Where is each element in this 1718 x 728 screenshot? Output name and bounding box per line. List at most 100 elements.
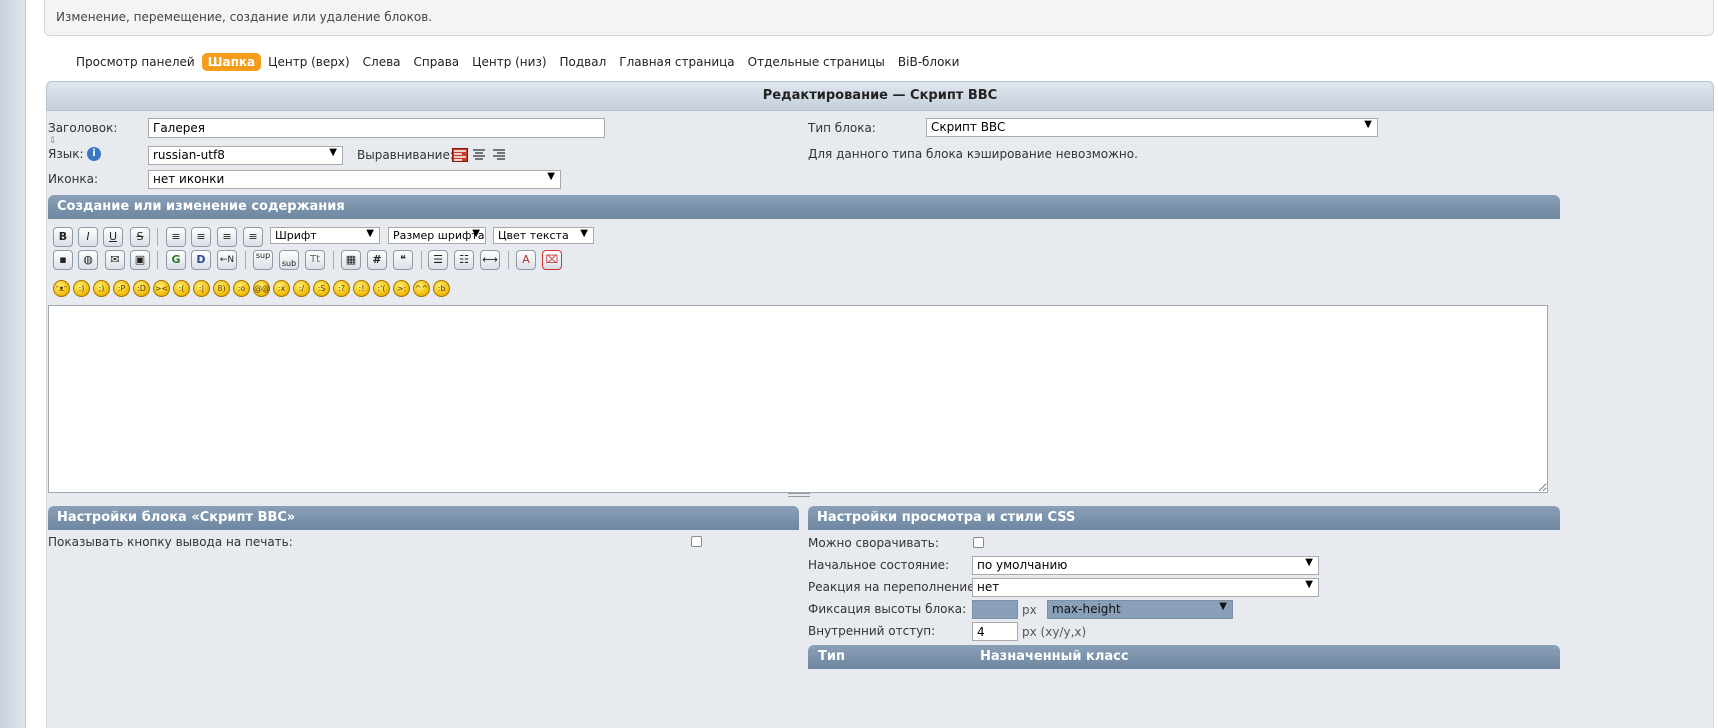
- info-icon[interactable]: i: [87, 147, 101, 161]
- strike-button[interactable]: S: [130, 227, 150, 247]
- smiley-icon[interactable]: :/: [293, 280, 310, 297]
- nav-footer[interactable]: Подвал: [554, 53, 613, 71]
- cache-note: Для данного типа блока кэширование невоз…: [808, 147, 1138, 161]
- image-icon[interactable]: ▣: [130, 250, 150, 270]
- smiley-icon[interactable]: ;): [93, 280, 110, 297]
- email-icon[interactable]: ✉: [105, 250, 125, 270]
- smiley-icon[interactable]: :!: [353, 280, 370, 297]
- left-sidebar-strip: [0, 0, 26, 728]
- smiley-icon[interactable]: :?: [333, 280, 350, 297]
- view-settings-header: Настройки просмотра и стили CSS: [808, 506, 1560, 530]
- font-face-icon[interactable]: A: [516, 250, 536, 270]
- justify-button[interactable]: ≡: [166, 227, 186, 247]
- nav-center-bottom[interactable]: Центр (низ): [466, 53, 552, 71]
- language-select-value: russian-utf8: [153, 148, 225, 162]
- smiley-icon[interactable]: :): [73, 280, 90, 297]
- hash-button[interactable]: #: [367, 250, 387, 270]
- quote-icon[interactable]: ❝: [393, 250, 413, 270]
- horizontal-rule-icon[interactable]: ⟷: [480, 250, 500, 270]
- col-assigned-class: Назначенный класс: [980, 649, 1129, 664]
- smiley-icon[interactable]: :P: [113, 280, 130, 297]
- chevron-down-icon: ▼: [329, 147, 337, 158]
- smiley-icon[interactable]: :S: [313, 280, 330, 297]
- nav-view-panels[interactable]: Просмотр панелей: [70, 53, 201, 71]
- flash-button[interactable]: ▪: [53, 250, 73, 270]
- chevron-down-icon: ▼: [547, 171, 555, 182]
- smiley-icon[interactable]: :o: [233, 280, 250, 297]
- icon-select[interactable]: нет иконки ▼: [148, 170, 561, 189]
- nav-bib-blocks[interactable]: BiB-блоки: [892, 53, 966, 71]
- main-title-bar: Редактирование — Скрипт BBC: [46, 81, 1714, 111]
- italic-button[interactable]: I: [78, 227, 98, 247]
- nav-home-page[interactable]: Главная страница: [613, 53, 740, 71]
- height-input[interactable]: [972, 600, 1018, 619]
- smiley-icon[interactable]: @@: [253, 280, 270, 297]
- smiley-icon[interactable]: :'(: [373, 280, 390, 297]
- smiley-icon[interactable]: 8): [213, 280, 230, 297]
- arrow-down-icon: ⇩: [49, 136, 57, 146]
- height-mode-select[interactable]: max-height ▼: [1047, 600, 1233, 619]
- bullet-list-icon[interactable]: ☰: [428, 250, 448, 270]
- globe-link-icon[interactable]: ◍: [78, 250, 98, 270]
- overflow-select[interactable]: нет ▼: [972, 578, 1319, 597]
- smiley-icon[interactable]: ^^: [413, 280, 430, 297]
- table-icon[interactable]: ▦: [341, 250, 361, 270]
- smiley-icon[interactable]: :D: [133, 280, 150, 297]
- collapsible-checkbox[interactable]: [973, 537, 984, 548]
- smiley-icon[interactable]: :x: [273, 280, 290, 297]
- numbered-list-icon[interactable]: ☷: [454, 250, 474, 270]
- title-input[interactable]: [148, 118, 605, 138]
- initial-state-value: по умолчанию: [977, 558, 1068, 572]
- smiley-icon[interactable]: :b: [433, 280, 450, 297]
- direction-button[interactable]: ←N: [217, 250, 237, 270]
- language-select[interactable]: russian-utf8 ▼: [148, 146, 343, 165]
- toolbar-separator: [157, 251, 158, 269]
- right-align-button[interactable]: ≡: [243, 227, 263, 247]
- underline-button[interactable]: U: [103, 227, 123, 247]
- chevron-down-icon: ▼: [366, 228, 374, 239]
- text-color-select[interactable]: Цвет текста ▼: [493, 227, 594, 244]
- font-select[interactable]: Шрифт ▼: [270, 227, 380, 244]
- align-center-icon[interactable]: [472, 148, 488, 162]
- nav-separate-pages[interactable]: Отдельные страницы: [742, 53, 891, 71]
- block-type-select[interactable]: Скрипт BBC ▼: [926, 118, 1378, 137]
- nav-center-top[interactable]: Центр (верх): [262, 53, 356, 71]
- icon-label: Иконка:: [48, 172, 99, 186]
- remove-format-icon[interactable]: ⌧: [542, 250, 562, 270]
- padding-input[interactable]: [972, 622, 1018, 641]
- smiley-icon[interactable]: :|: [193, 280, 210, 297]
- block-type-label: Тип блока:: [808, 121, 876, 135]
- superscript-button[interactable]: sup: [253, 250, 273, 270]
- font-size-select[interactable]: Размер шрифта ▼: [388, 227, 486, 244]
- center-align-button[interactable]: ≡: [217, 227, 237, 247]
- view-settings-title: Настройки просмотра и стили CSS: [817, 510, 1076, 525]
- content-textarea[interactable]: [48, 305, 1548, 493]
- smiley-icon[interactable]: >:: [393, 280, 410, 297]
- sup-glyph: sup: [255, 251, 271, 260]
- chevron-down-icon: ▼: [580, 228, 588, 239]
- align-right-icon[interactable]: [492, 148, 508, 162]
- font-select-value: Шрифт: [275, 229, 317, 242]
- teletype-button[interactable]: Tt: [305, 250, 325, 270]
- toolbar-separator: [508, 251, 509, 269]
- font-size-value: Размер шрифта: [393, 229, 485, 242]
- glow-button[interactable]: G: [166, 250, 186, 270]
- smiley-icon[interactable]: ><: [153, 280, 170, 297]
- content-section-title: Создание или изменение содержания: [57, 199, 345, 214]
- bold-button[interactable]: B: [53, 227, 73, 247]
- notice-box: Изменение, перемещение, создание или уда…: [44, 0, 1714, 36]
- initial-state-select[interactable]: по умолчанию ▼: [972, 556, 1319, 575]
- left-align-button[interactable]: ≡: [191, 227, 211, 247]
- align-left-icon[interactable]: [452, 148, 468, 162]
- smiley-icon[interactable]: :(: [173, 280, 190, 297]
- nav-header[interactable]: Шапка: [201, 53, 262, 71]
- nav-left[interactable]: Слева: [357, 53, 407, 71]
- block-settings-header: Настройки блока «Скрипт BBC»: [48, 506, 799, 530]
- smiley-icon[interactable]: ᵔᴥᵔ: [53, 280, 70, 297]
- shadow-button[interactable]: D: [191, 250, 211, 270]
- strike-glyph: S: [136, 230, 144, 243]
- print-button-checkbox[interactable]: [691, 536, 702, 547]
- resize-grip[interactable]: [788, 493, 810, 497]
- subscript-button[interactable]: sub: [279, 250, 299, 270]
- nav-right[interactable]: Справа: [408, 53, 466, 71]
